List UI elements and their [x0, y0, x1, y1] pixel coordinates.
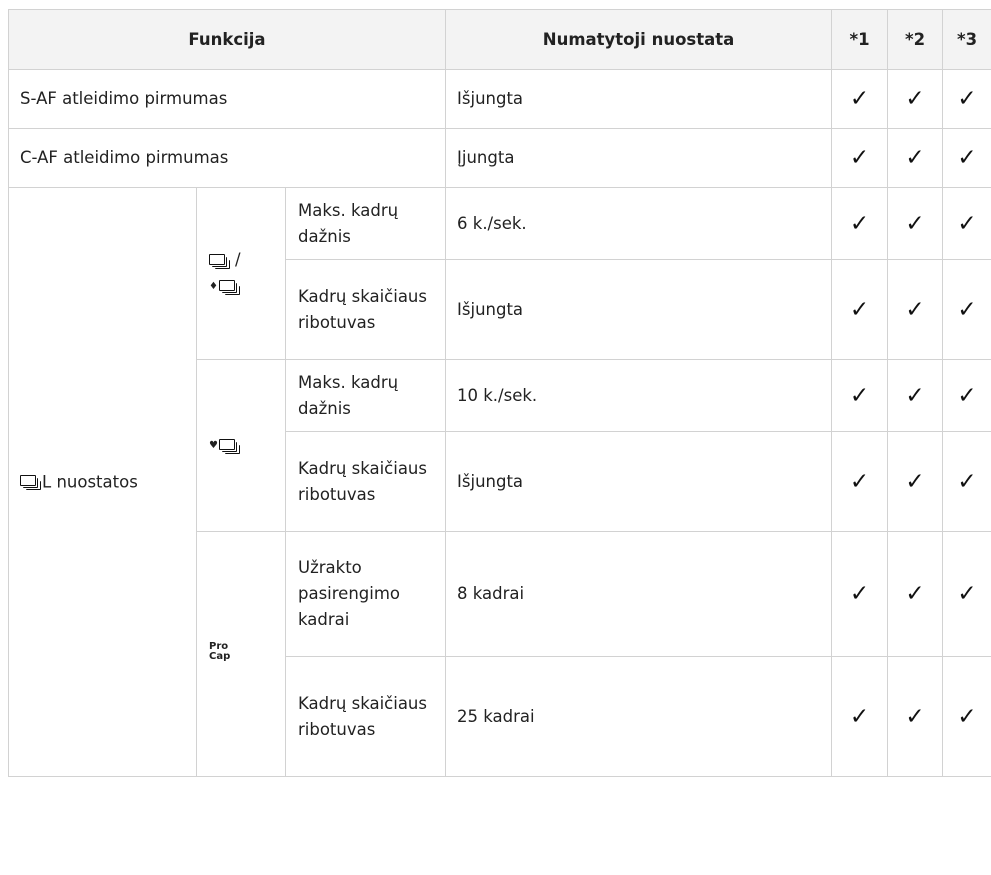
silent-sequential-icon — [218, 438, 241, 454]
mode-cell-pro-capture: Pro Cap — [196, 531, 286, 777]
check-icon: ✓ — [831, 656, 889, 777]
header-col-2: *2 — [887, 9, 944, 70]
group-label: L nuostatos — [8, 187, 197, 777]
header-col-3: *3 — [942, 9, 991, 70]
header-col-1: *1 — [831, 9, 889, 70]
check-icon: ✓ — [887, 431, 944, 532]
check-icon: ✓ — [942, 656, 991, 777]
sequential-shooting-low-icon — [20, 475, 42, 491]
check-icon: ✓ — [887, 259, 944, 360]
mode-cell-silent: ♥ — [196, 359, 286, 532]
check-icon: ✓ — [887, 656, 944, 777]
check-icon: ✓ — [831, 531, 889, 657]
header-function: Funkcija — [7, 9, 447, 70]
row-value: 8 kadrai — [445, 531, 833, 657]
check-icon: ✓ — [831, 128, 889, 188]
check-icon: ✓ — [887, 69, 944, 129]
mode-cell-sequential: / ♦ — [196, 187, 286, 360]
table-header-row: Funkcija Numatytoji nuostata *1 *2 *3 — [7, 9, 991, 70]
check-icon: ✓ — [887, 531, 944, 657]
check-icon: ✓ — [942, 187, 991, 260]
mode-separator: / — [235, 250, 241, 270]
antishock-mark-icon: ♦ — [209, 280, 218, 292]
row-value: 25 kadrai — [445, 656, 833, 777]
check-icon: ✓ — [831, 359, 889, 432]
row-value: Išjungta — [445, 69, 833, 129]
sequential-low-icon — [209, 253, 231, 269]
settings-page: Funkcija Numatytoji nuostata *1 *2 *3 S-… — [0, 0, 991, 875]
check-icon: ✓ — [831, 69, 889, 129]
check-icon: ✓ — [887, 128, 944, 188]
sub-label: Kadrų skaičiaus ribotuvas — [284, 259, 447, 360]
row-value: Išjungta — [445, 431, 833, 532]
row-value: Išjungta — [445, 259, 833, 360]
check-icon: ✓ — [942, 359, 991, 432]
check-icon: ✓ — [831, 431, 889, 532]
check-icon: ✓ — [942, 531, 991, 657]
check-icon: ✓ — [942, 259, 991, 360]
check-icon: ✓ — [942, 431, 991, 532]
row-label: C-AF atleidimo pirmumas — [7, 128, 447, 188]
row-label: S-AF atleidimo pirmumas — [7, 69, 447, 129]
check-icon: ✓ — [942, 69, 991, 129]
table-row: C-AF atleidimo pirmumas Įjungta ✓ ✓ ✓ — [7, 128, 991, 188]
pro-capture-text-2: Cap — [209, 651, 231, 662]
sub-label: Kadrų skaičiaus ribotuvas — [284, 656, 447, 777]
check-icon: ✓ — [942, 128, 991, 188]
sub-label: Maks. kadrų dažnis — [284, 187, 447, 260]
header-default-setting: Numatytoji nuostata — [445, 9, 833, 70]
check-icon: ✓ — [887, 187, 944, 260]
row-value: 6 k./sek. — [445, 187, 833, 260]
sub-label: Kadrų skaičiaus ribotuvas — [284, 431, 447, 532]
check-icon: ✓ — [831, 187, 889, 260]
pro-capture-icon: Pro Cap — [209, 642, 230, 662]
silent-mark-icon: ♥ — [209, 439, 218, 451]
check-icon: ✓ — [831, 259, 889, 360]
antishock-sequential-icon — [218, 279, 241, 295]
row-value: 10 k./sek. — [445, 359, 833, 432]
group-label-text: L nuostatos — [42, 472, 138, 492]
check-icon: ✓ — [887, 359, 944, 432]
table-row: L nuostatos / ♦ Maks. kadrų dažnis 6 k./… — [8, 187, 991, 777]
table-row: S-AF atleidimo pirmumas Išjungta ✓ ✓ ✓ — [7, 69, 991, 129]
sub-label: Maks. kadrų dažnis — [284, 359, 447, 432]
row-value: Įjungta — [445, 128, 833, 188]
sub-label: Užrakto pasirengimo kadrai — [284, 531, 447, 657]
default-settings-table: Funkcija Numatytoji nuostata *1 *2 *3 S-… — [7, 9, 991, 777]
